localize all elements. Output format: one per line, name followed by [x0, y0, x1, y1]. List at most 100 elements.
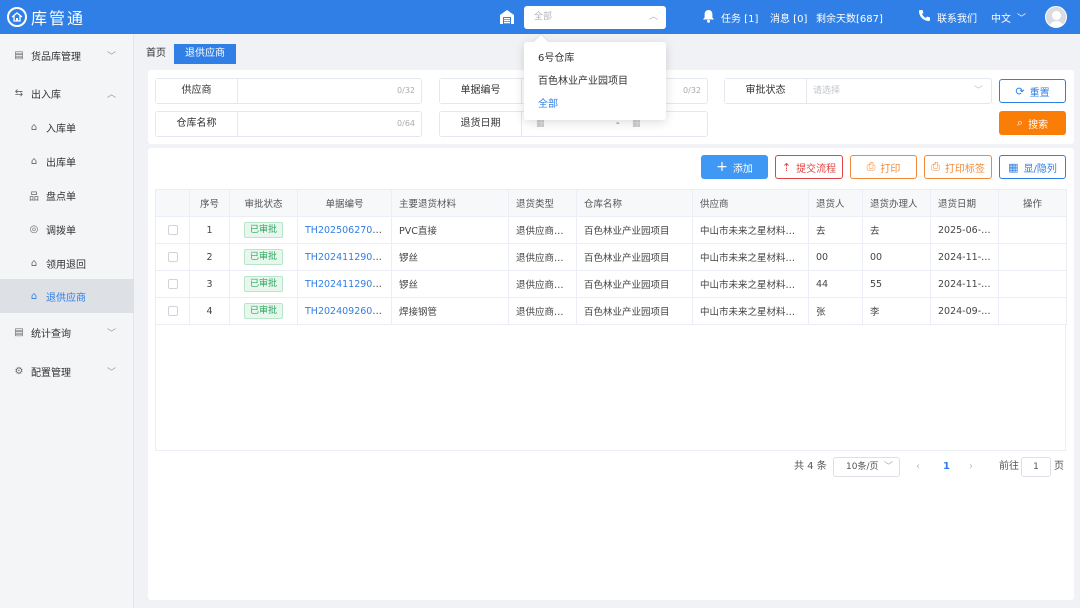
page-size-value: 10条/页 [846, 462, 879, 472]
chevron-down-icon: ﹀ [1017, 13, 1027, 24]
sidebar-item-inbound[interactable]: ⌂ 入库单 [0, 110, 134, 144]
supplier-cell: 中山市未来之星材料… [692, 297, 809, 325]
pagination-total: 共 4 条 [794, 461, 827, 472]
sidebar-item-label: 货品库管理 [31, 51, 81, 63]
sidebar-item-supplier-return[interactable]: ⌂ 退供应商 [0, 279, 134, 313]
row-number: 4 [189, 297, 230, 325]
prev-page-button[interactable]: ‹ [916, 457, 920, 477]
search-button[interactable]: ⌕ 搜索 [999, 111, 1066, 135]
sidebar-item-use-return[interactable]: ⌂ 领用退回 [0, 246, 134, 280]
table-row[interactable]: 1 已审批 TH20250627009 PVC直接 退供应商… 百色林业产业园项… [155, 216, 1067, 244]
row-number: 1 [189, 216, 230, 244]
sidebar-item-label: 调拨单 [46, 225, 76, 237]
print-tag-button[interactable]: ⎙ 打印标签 [924, 155, 992, 179]
bell-icon [702, 9, 715, 26]
avatar[interactable] [1045, 6, 1067, 28]
page-size-select[interactable]: 10条/页 ﹀ [833, 457, 900, 477]
material-cell: 焊接钢管 [391, 297, 509, 325]
column-header: 仓库名称 [576, 189, 693, 217]
sidebar-item-transfer[interactable]: ◎ 调拨单 [0, 212, 134, 246]
approval-status-select[interactable]: 审批状态 请选择 ﹀ [724, 78, 992, 104]
row-checkbox[interactable] [167, 306, 178, 316]
sidebar-item-inventory[interactable]: 品 盘点单 [0, 178, 134, 212]
char-count: 0/64 [397, 119, 415, 128]
goto-page-input[interactable]: 1 [1021, 457, 1051, 477]
sidebar-item-config[interactable]: ⚙ 配置管理 ﹀ [0, 354, 134, 388]
tasks-link[interactable]: 任务 [1] [702, 0, 758, 34]
row-checkbox[interactable] [167, 252, 178, 262]
app-logo[interactable]: 库管通 [7, 5, 85, 29]
page-tabs: 首页 退供应商 [138, 44, 236, 64]
status-badge: 已审批 [243, 276, 283, 292]
print-tag-label: 打印标签 [944, 163, 985, 175]
printer-icon: ⎙ [866, 160, 876, 173]
sidebar-item-outbound[interactable]: ⌂ 出库单 [0, 144, 134, 178]
goto-label: 前往 [999, 461, 1019, 472]
column-header: 主要退货材料 [391, 189, 509, 217]
status-badge: 已审批 [243, 222, 283, 238]
warehouse-cell: 百色林业产业园项目 [576, 243, 693, 271]
submit-flow-button[interactable]: ⇡ 提交流程 [775, 155, 843, 179]
doc-no-link[interactable]: TH20240926006 [305, 306, 384, 317]
add-button[interactable]: + 添加 [701, 155, 768, 179]
returner-cell: 张 [808, 297, 863, 325]
language-select[interactable]: 中文 ﹀ [991, 0, 1026, 34]
table-row[interactable]: 2 已审批 TH20241129008 锣丝 退供应商… 百色林业产业园项目 中… [155, 243, 1067, 271]
type-cell: 退供应商… [508, 243, 577, 271]
reset-button[interactable]: ⟳ 重置 [999, 79, 1066, 103]
print-button[interactable]: ⎙ 打印 [850, 155, 917, 179]
show-hide-columns-button[interactable]: ▦ 显/隐列 [999, 155, 1066, 179]
handler-cell: 去 [862, 216, 931, 244]
type-cell: 退供应商… [508, 297, 577, 325]
return-icon: ⌂ [30, 257, 38, 269]
warehouse-cell: 百色林业产业园项目 [576, 270, 693, 298]
field-label: 供应商 [156, 79, 238, 103]
messages-link[interactable]: 消息 [0] [770, 0, 807, 34]
doc-no-link[interactable]: TH20250627009 [305, 225, 384, 236]
date-cell: 2024-11-29 [930, 243, 999, 271]
sidebar-item-in-out[interactable]: ⇆ 出入库 ︿ [0, 76, 134, 110]
tab-supplier-return[interactable]: 退供应商 [174, 44, 236, 64]
field-label: 退货日期 [440, 112, 522, 136]
contact-link[interactable]: 联系我们 [918, 0, 977, 34]
app-name: 库管通 [31, 9, 86, 28]
sidebar-item-statistics[interactable]: ▤ 统计查询 ﹀ [0, 315, 134, 349]
tasks-label: 任务 [1] [721, 13, 759, 25]
chevron-up-icon: ︿ [648, 12, 658, 22]
row-number: 2 [189, 243, 230, 271]
material-cell: 锣丝 [391, 243, 509, 271]
row-number: 3 [189, 270, 230, 298]
column-header: 退货办理人 [862, 189, 931, 217]
field-label: 仓库名称 [156, 112, 238, 136]
sidebar-item-label: 退供应商 [46, 292, 86, 304]
sidebar-item-goods-library[interactable]: ▤ 货品库管理 ﹀ [0, 38, 134, 72]
doc-no-link[interactable]: TH20241129008 [305, 252, 384, 263]
warehouse-icon [499, 9, 515, 25]
chevron-up-icon: ︿ [106, 89, 116, 100]
dropdown-option[interactable]: 6号仓库 [524, 47, 666, 70]
column-header: 供应商 [692, 189, 809, 217]
row-checkbox[interactable] [167, 225, 178, 235]
phone-icon [918, 9, 931, 25]
warehouse-select[interactable]: 全部 ︿ [524, 6, 666, 29]
table-row[interactable]: 4 已审批 TH20240926006 焊接钢管 退供应商… 百色林业产业园项目… [155, 297, 1067, 325]
next-page-button[interactable]: › [969, 457, 973, 477]
returner-cell: 去 [808, 216, 863, 244]
supplier-field[interactable]: 供应商 0/32 [155, 78, 422, 104]
sidebar-item-label: 出库单 [46, 157, 76, 169]
doc-no-link[interactable]: TH20241129007 [305, 279, 384, 290]
supplier-cell: 中山市未来之星材料… [692, 243, 809, 271]
column-header: 退货日期 [930, 189, 999, 217]
row-checkbox[interactable] [167, 279, 178, 289]
dropdown-option-selected[interactable]: 全部 [524, 93, 666, 116]
select-all-cell[interactable] [155, 189, 190, 217]
table-row[interactable]: 3 已审批 TH20241129007 锣丝 退供应商… 百色林业产业园项目 中… [155, 270, 1067, 298]
dropdown-option[interactable]: 百色林业产业园项目 [524, 70, 666, 93]
chart-icon: ▤ [14, 326, 24, 338]
supplier-return-table: 序号 审批状态 单据编号 主要退货材料 退货类型 仓库名称 供应商 退货人 退货… [155, 189, 1067, 325]
warehouse-name-field[interactable]: 仓库名称 0/64 [155, 111, 422, 137]
current-page[interactable]: 1 [943, 457, 950, 477]
tab-home[interactable]: 首页 [138, 44, 174, 64]
status-badge: 已审批 [243, 303, 283, 319]
char-count: 0/32 [397, 86, 415, 95]
